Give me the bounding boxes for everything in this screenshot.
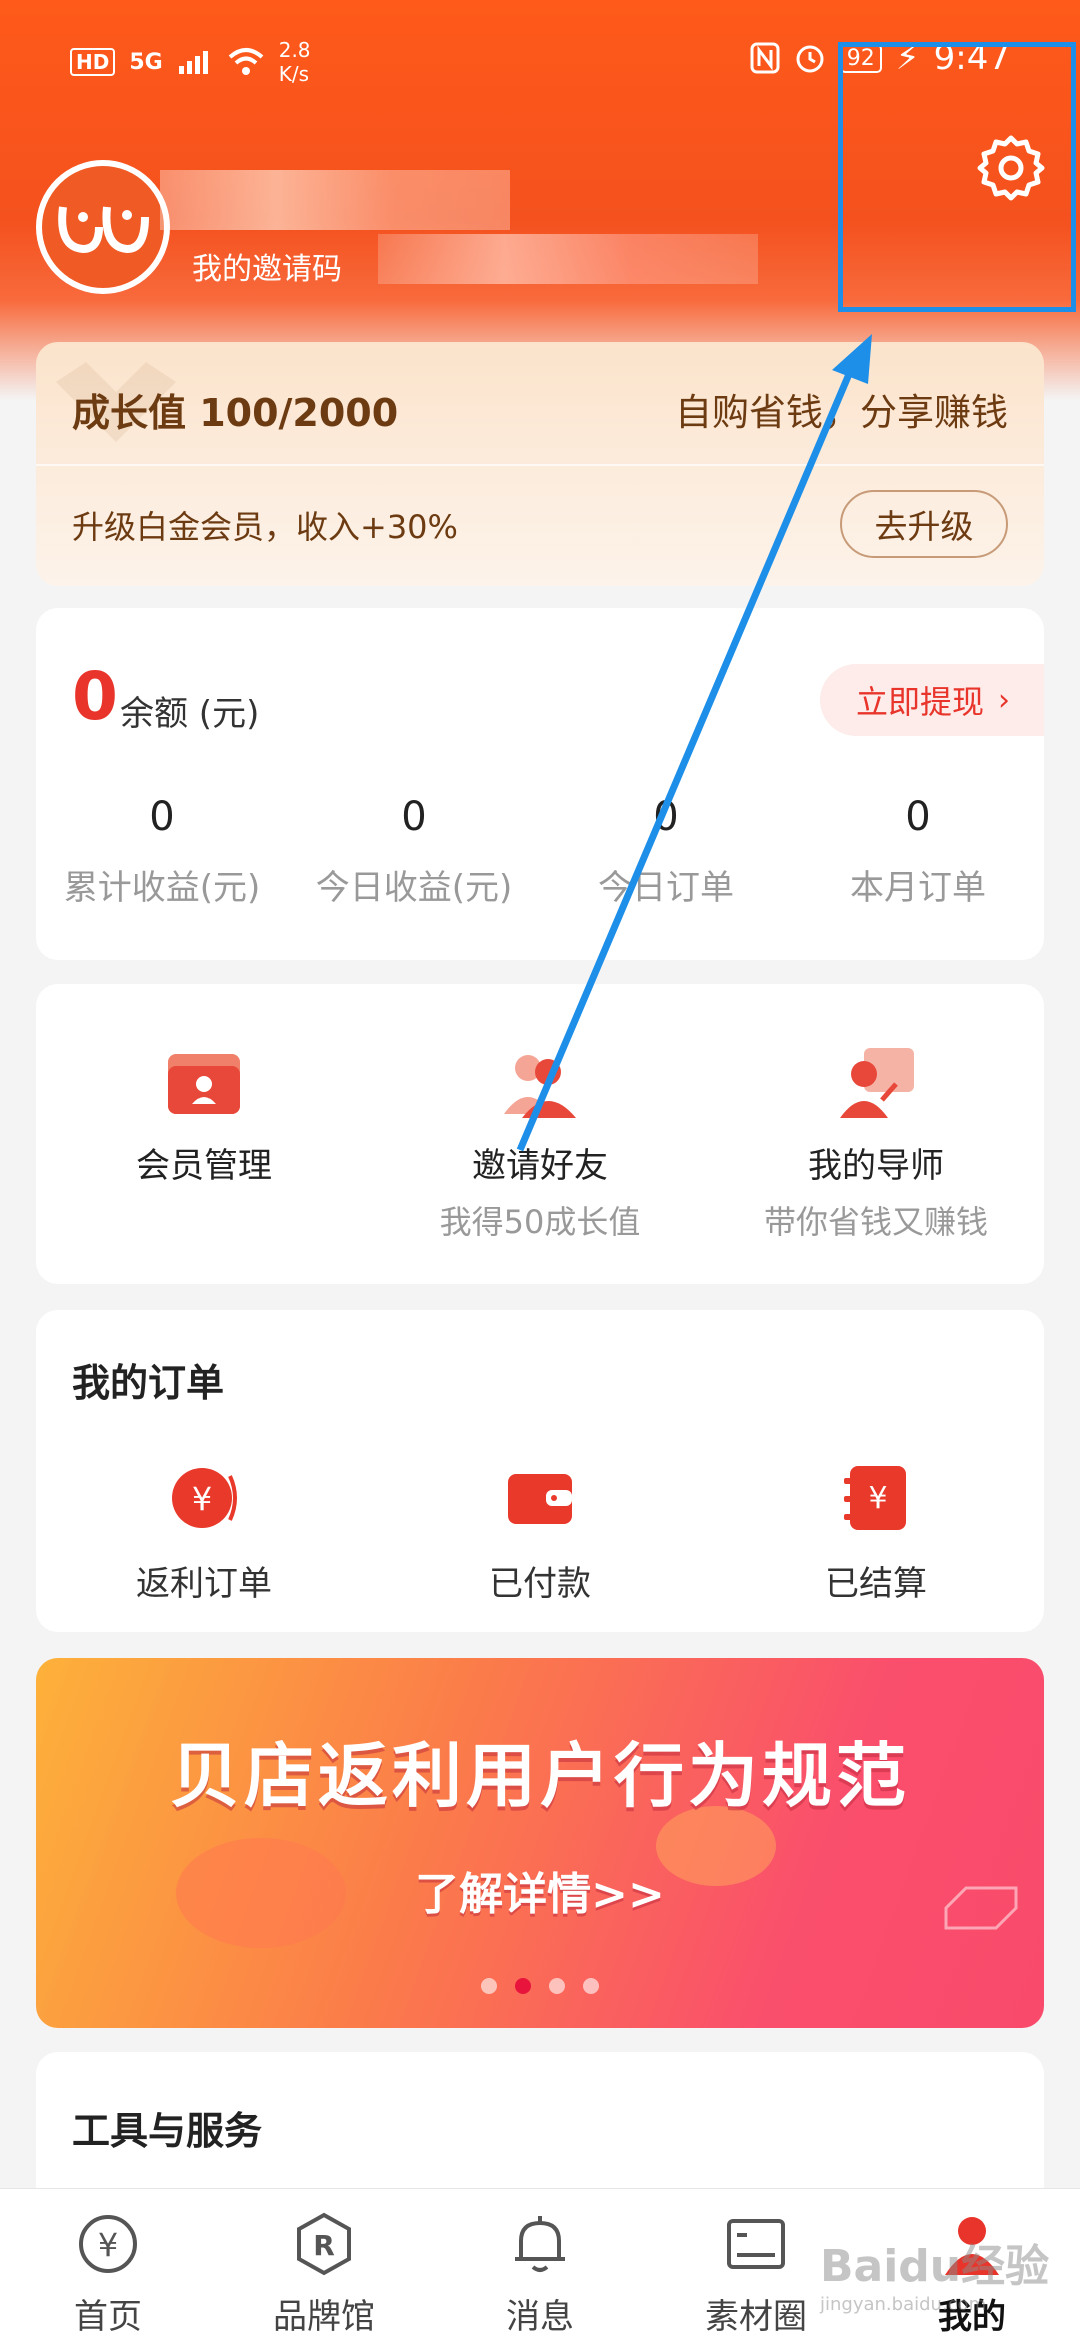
orders-title: 我的订单 (72, 1361, 225, 1405)
stat-today-orders[interactable]: 0 今日订单 (540, 794, 792, 909)
order-label: 返利订单 (136, 1564, 272, 1604)
growth-divider (36, 464, 1044, 466)
feature-invite-friends[interactable]: 邀请好友 我得50成长值 (372, 1044, 708, 1243)
stat-label: 本月订单 (850, 868, 986, 908)
network-rate: 2.8 K/s (278, 38, 311, 86)
balance-value: 0 (72, 658, 118, 735)
tab-label: 品牌馆 (273, 2297, 375, 2337)
stat-value: 0 (149, 794, 175, 840)
tools-title: 工具与服务 (72, 2109, 263, 2153)
wallet-icon (508, 1474, 572, 1524)
orders-card: 我的订单 ¥ 返利订单 已付款 ¥ 已结算 (36, 1310, 1044, 1632)
svg-text:¥: ¥ (98, 2226, 118, 2264)
feature-my-mentor[interactable]: 我的导师 带你省钱又赚钱 (708, 1044, 1044, 1243)
pager-dot[interactable] (515, 1978, 531, 1994)
feature-title: 会员管理 (136, 1146, 272, 1186)
watermark-sub: jingyan.baidu.com (820, 2294, 987, 2315)
promo-banner[interactable]: 贝店返利用户行为规范 了解详情>> (36, 1658, 1044, 2028)
tab-messages[interactable]: 消息 (432, 2189, 648, 2340)
pager-dot[interactable] (481, 1978, 497, 1994)
signal-indicator: 5G (129, 49, 163, 75)
stat-label: 累计收益(元) (63, 868, 261, 908)
balance-card: 0 余额 (元) 立即提现 › 0 累计收益(元) 0 今日收益(元) 0 今日… (36, 608, 1044, 960)
stat-value: 0 (905, 794, 931, 840)
settled-icon: ¥ (844, 1466, 906, 1530)
invite-code-redacted (378, 234, 758, 284)
growth-card[interactable]: 成长值 100/2000 自购省钱，分享赚钱 升级白金会员，收入+30% 去升级 (36, 342, 1044, 586)
annotation-highlight-box (838, 42, 1076, 312)
growth-slogan: 自购省钱，分享赚钱 (675, 391, 1008, 434)
banner-title: 贝店返利用户行为规范 (170, 1735, 910, 1817)
rebate-order-icon: ¥ (172, 1468, 237, 1528)
withdraw-button[interactable]: 立即提现 › (820, 664, 1044, 736)
order-label: 已付款 (489, 1564, 591, 1604)
chevron-right-icon: › (998, 682, 1011, 718)
withdraw-label: 立即提现 (856, 683, 985, 721)
stat-value: 0 (401, 794, 427, 840)
bell-icon (515, 2216, 565, 2272)
pager-dot[interactable] (549, 1978, 565, 1994)
stat-month-orders[interactable]: 0 本月订单 (792, 794, 1044, 909)
feature-member-management[interactable]: 会员管理 (36, 1044, 372, 1187)
yuan-home-icon: ¥ (79, 2215, 137, 2273)
username-redacted (160, 170, 510, 230)
svg-text:¥: ¥ (192, 1480, 212, 1518)
banner-link[interactable]: 了解详情>> (36, 1858, 1044, 1922)
upgrade-button[interactable]: 去升级 (840, 490, 1008, 558)
watermark-text: Baidu经验 (820, 2241, 1050, 2292)
stat-label: 今日订单 (598, 868, 734, 908)
svg-text:R: R (313, 2229, 335, 2262)
feature-title: 邀请好友 (472, 1146, 608, 1186)
stat-total-income[interactable]: 0 累计收益(元) (36, 794, 288, 909)
brand-r-icon: R (297, 2212, 351, 2276)
avatar[interactable] (36, 160, 170, 294)
order-label: 已结算 (825, 1564, 927, 1604)
invite-friends-icon (504, 1055, 576, 1118)
order-paid[interactable]: 已付款 (372, 1462, 708, 1605)
member-card-icon (168, 1054, 240, 1114)
banner-pager (36, 1978, 1044, 1994)
tab-label: 消息 (506, 2297, 574, 2337)
stat-label: 今日收益(元) (315, 868, 513, 908)
order-settled[interactable]: ¥ 已结算 (708, 1462, 1044, 1605)
nfc-icon (750, 42, 780, 74)
picture-icon (727, 2219, 785, 2269)
stat-today-income[interactable]: 0 今日收益(元) (288, 794, 540, 909)
balance-label: 余额 (元) (120, 694, 260, 734)
hd-indicator: HD (70, 48, 116, 76)
tab-home[interactable]: ¥ 首页 (0, 2189, 216, 2340)
svg-text:¥: ¥ (868, 1481, 887, 1516)
stat-value: 0 (653, 794, 679, 840)
order-rebate[interactable]: ¥ 返利订单 (36, 1462, 372, 1605)
feature-title: 我的导师 (808, 1146, 944, 1186)
features-card: 会员管理 邀请好友 我得50成长值 我的导师 带你省钱又赚钱 (36, 984, 1044, 1284)
wifi-icon (228, 48, 264, 75)
mentor-icon (840, 1048, 914, 1118)
feature-subtitle: 我得50成长值 (439, 1203, 641, 1241)
alarm-icon (796, 45, 824, 73)
feature-subtitle: 带你省钱又赚钱 (763, 1203, 988, 1241)
signal-bars-icon (178, 51, 208, 74)
tab-label: 首页 (74, 2297, 142, 2337)
watermark: Baidu经验 jingyan.baidu.com (820, 2230, 1060, 2330)
growth-value: 成长值 100/2000 (72, 391, 399, 435)
invite-code-label: 我的邀请码 (192, 252, 342, 287)
upgrade-tip: 升级白金会员，收入+30% (72, 508, 458, 546)
avatar-logo-icon (58, 206, 149, 254)
tab-brand[interactable]: R 品牌馆 (216, 2189, 432, 2340)
pager-dot[interactable] (583, 1978, 599, 1994)
